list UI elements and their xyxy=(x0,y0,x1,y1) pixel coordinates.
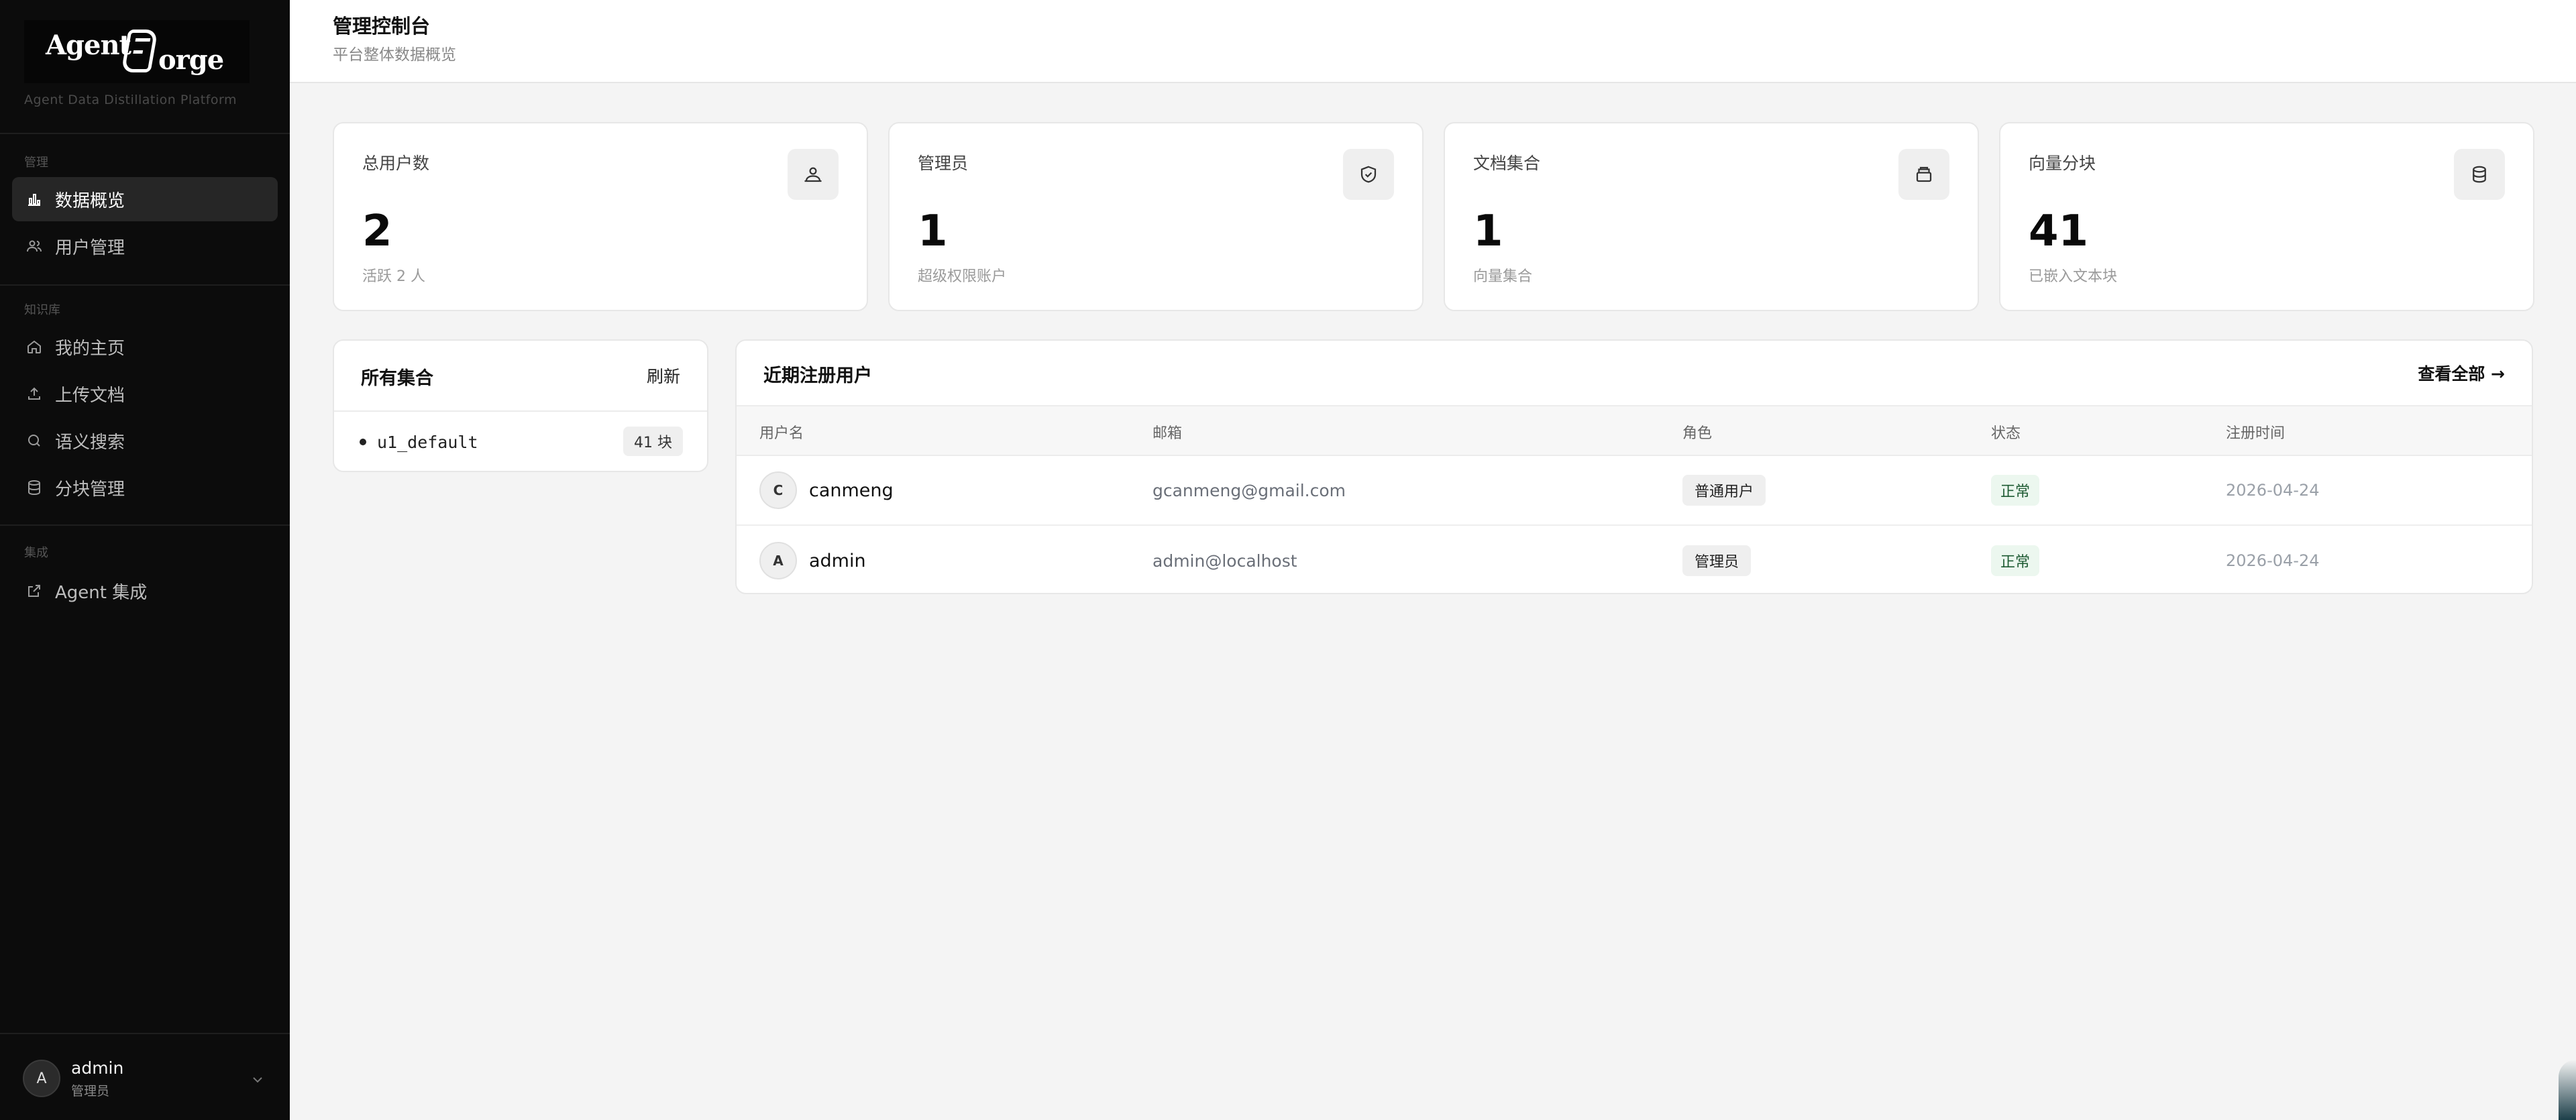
sidebar-item-overview[interactable]: 数据概览 xyxy=(12,177,278,221)
refresh-button[interactable]: 刷新 xyxy=(647,363,680,388)
recent-users-title: 近期注册用户 xyxy=(763,366,872,386)
collections-title: 所有集合 xyxy=(361,368,433,389)
view-all-link[interactable]: 查看全部 → xyxy=(2418,361,2505,385)
role-badge: 管理员 xyxy=(1682,545,1752,576)
database-icon xyxy=(2454,149,2505,200)
page-subtitle: 平台整体数据概览 xyxy=(333,46,456,64)
bar-chart-icon xyxy=(25,190,43,208)
column-header-username[interactable]: 用户名 xyxy=(759,421,804,443)
username: admin xyxy=(809,550,866,571)
stat-label: 管理员 xyxy=(918,154,969,173)
avatar: A xyxy=(23,1060,60,1097)
divider xyxy=(334,410,707,412)
sidebar-item-label: Agent 集成 xyxy=(55,582,148,603)
stat-label: 文档集合 xyxy=(1473,154,1541,173)
stat-value: 1 xyxy=(918,207,948,256)
bullet-icon xyxy=(360,439,366,445)
group-label-integration: 集成 xyxy=(24,546,48,560)
page-header: 管理控制台 平台整体数据概览 xyxy=(290,0,2576,83)
sidebar-item-search[interactable]: 语义搜索 xyxy=(12,418,278,463)
username: canmeng xyxy=(809,480,894,501)
recent-users-panel: 近期注册用户 查看全部 → 用户名 邮箱 角色 状态 注册时间 C canmen… xyxy=(735,339,2533,594)
stat-sub: 已嵌入文本块 xyxy=(2029,268,2118,285)
stat-sub: 超级权限账户 xyxy=(918,268,1007,285)
stat-label: 总用户数 xyxy=(362,154,430,173)
sidebar-divider xyxy=(0,524,290,526)
sidebar-item-agent-integration[interactable]: Agent 集成 xyxy=(12,569,278,613)
stat-card-admins: 管理员 1 超级权限账户 xyxy=(888,122,1424,311)
status-badge: 正常 xyxy=(1991,475,2040,506)
group-label-knowledge: 知识库 xyxy=(24,303,60,317)
brand-word-agent: Agent xyxy=(46,30,131,61)
stat-sub: 活跃 2 人 xyxy=(362,268,425,285)
brand-logo[interactable]: Agent orge xyxy=(24,20,250,83)
stat-value: 1 xyxy=(1473,207,1503,256)
sidebar-item-chunks[interactable]: 分块管理 xyxy=(12,465,278,510)
chevron-down-icon[interactable] xyxy=(250,1072,266,1088)
table-row[interactable]: C canmeng gcanmeng@gmail.com 普通用户 正常 202… xyxy=(737,456,2532,526)
table-header: 用户名 邮箱 角色 状态 注册时间 xyxy=(737,405,2532,456)
column-header-role[interactable]: 角色 xyxy=(1682,421,1712,443)
window-edge-decoration xyxy=(2559,1060,2576,1120)
stat-sub: 向量集合 xyxy=(1473,268,1533,285)
sidebar-item-upload[interactable]: 上传文档 xyxy=(12,372,278,416)
sidebar-item-label: 语义搜索 xyxy=(55,432,125,453)
database-icon xyxy=(25,479,43,496)
external-link-icon xyxy=(25,582,43,600)
sidebar-item-users[interactable]: 用户管理 xyxy=(12,224,278,268)
brand-subtitle: Agent Data Distillation Platform xyxy=(24,93,237,107)
email: admin@localhost xyxy=(1152,551,1297,571)
collection-count-badge: 41 块 xyxy=(623,427,683,456)
users-icon xyxy=(25,237,43,255)
sidebar-item-home[interactable]: 我的主页 xyxy=(12,325,278,369)
stat-card-vector-chunks: 向量分块 41 已嵌入文本块 xyxy=(1999,122,2534,311)
stat-value: 41 xyxy=(2029,207,2089,256)
email: gcanmeng@gmail.com xyxy=(1152,480,1346,500)
collection-item[interactable]: u1_default 41 块 xyxy=(360,427,683,457)
collections-panel: 所有集合 刷新 u1_default 41 块 xyxy=(333,339,708,472)
status-badge: 正常 xyxy=(1991,545,2040,576)
search-icon xyxy=(25,432,43,449)
group-label-admin: 管理 xyxy=(24,156,48,170)
user-role: 管理员 xyxy=(71,1084,110,1099)
stat-label: 向量分块 xyxy=(2029,154,2096,173)
users-icon xyxy=(788,149,839,200)
table-row[interactable]: A admin admin@localhost 管理员 正常 2026-04-2… xyxy=(737,526,2532,593)
column-header-registered[interactable]: 注册时间 xyxy=(2226,421,2285,443)
registered-date: 2026-04-24 xyxy=(2226,551,2320,570)
sidebar-divider xyxy=(0,284,290,286)
upload-icon xyxy=(25,385,43,402)
collection-name: u1_default xyxy=(377,432,478,452)
stat-card-collections: 文档集合 1 向量集合 xyxy=(1444,122,1979,311)
archive-icon xyxy=(1898,149,1949,200)
registered-date: 2026-04-24 xyxy=(2226,481,2320,500)
sidebar-item-label: 数据概览 xyxy=(55,190,125,211)
sidebar: Agent orge Agent Data Distillation Platf… xyxy=(0,0,290,1120)
role-badge: 普通用户 xyxy=(1682,475,1766,506)
column-header-email[interactable]: 邮箱 xyxy=(1152,421,1182,443)
user-name: admin xyxy=(71,1058,124,1078)
shield-icon xyxy=(1343,149,1394,200)
page-title: 管理控制台 xyxy=(333,15,431,38)
sidebar-divider xyxy=(0,133,290,134)
brand-word-orge: orge xyxy=(158,44,224,76)
sidebar-item-label: 分块管理 xyxy=(55,479,125,500)
avatar: C xyxy=(759,471,797,509)
sidebar-item-label: 用户管理 xyxy=(55,237,125,258)
column-header-status[interactable]: 状态 xyxy=(1991,421,2021,443)
avatar: A xyxy=(759,542,797,579)
sidebar-item-label: 上传文档 xyxy=(55,385,125,406)
home-icon xyxy=(25,338,43,355)
user-menu[interactable]: A admin 管理员 xyxy=(0,1033,290,1120)
sidebar-item-label: 我的主页 xyxy=(55,338,125,359)
stat-card-total-users: 总用户数 2 活跃 2 人 xyxy=(333,122,868,311)
stat-value: 2 xyxy=(362,207,392,256)
